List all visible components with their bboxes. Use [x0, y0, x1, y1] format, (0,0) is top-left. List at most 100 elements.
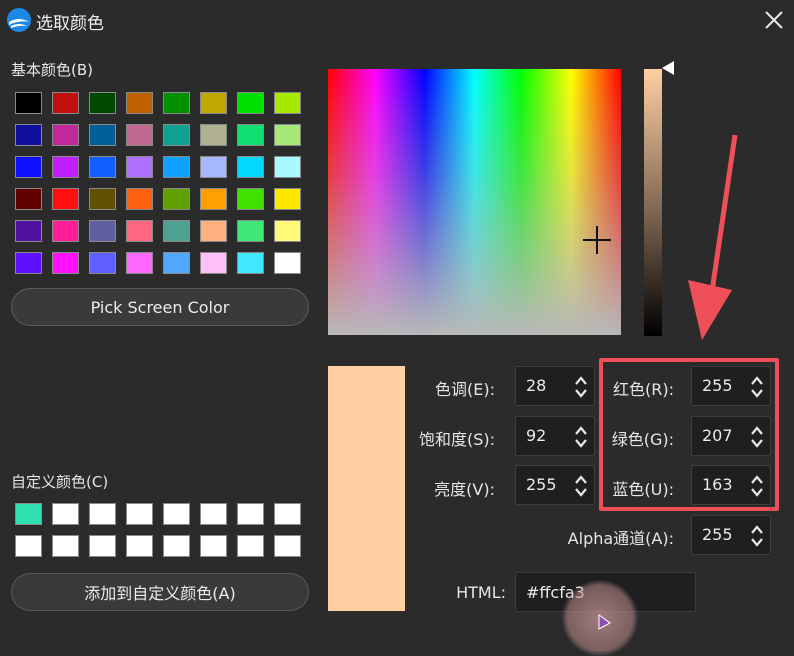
basic-color-swatch[interactable]: [274, 124, 301, 146]
custom-color-swatch[interactable]: [200, 535, 227, 557]
add-custom-color-button[interactable]: 添加到自定义颜色(A): [11, 573, 309, 611]
crosshair-icon: [583, 226, 611, 254]
basic-color-swatch[interactable]: [237, 188, 264, 210]
basic-color-swatch[interactable]: [15, 252, 42, 274]
basic-color-swatch[interactable]: [237, 252, 264, 274]
title-bar: 选取颜色: [0, 0, 794, 40]
basic-color-swatch[interactable]: [237, 124, 264, 146]
red-spinbox[interactable]: 255: [691, 366, 771, 406]
basic-color-swatch[interactable]: [52, 124, 79, 146]
basic-colors-label: 基本颜色(B): [11, 61, 93, 79]
alpha-label: Alpha通道(A):: [567, 529, 674, 548]
custom-color-swatch[interactable]: [52, 503, 79, 525]
basic-color-swatch[interactable]: [200, 188, 227, 210]
basic-color-swatch[interactable]: [274, 92, 301, 114]
spin-arrows-icon[interactable]: [750, 373, 764, 401]
spin-arrows-icon[interactable]: [750, 423, 764, 451]
basic-color-swatch[interactable]: [200, 156, 227, 178]
basic-color-swatch[interactable]: [163, 188, 190, 210]
basic-color-swatch[interactable]: [52, 92, 79, 114]
luminance-pointer-icon[interactable]: [662, 61, 674, 75]
basic-color-swatch[interactable]: [126, 92, 153, 114]
custom-color-swatch[interactable]: [237, 503, 264, 525]
basic-color-swatch[interactable]: [15, 124, 42, 146]
basic-color-swatch[interactable]: [52, 252, 79, 274]
custom-color-swatch[interactable]: [200, 503, 227, 525]
basic-color-swatch[interactable]: [52, 220, 79, 242]
basic-color-swatch[interactable]: [52, 156, 79, 178]
basic-color-swatch[interactable]: [89, 156, 116, 178]
basic-color-swatch[interactable]: [126, 252, 153, 274]
spin-arrows-icon[interactable]: [574, 472, 588, 500]
green-spinbox[interactable]: 207: [691, 416, 771, 456]
basic-color-swatch[interactable]: [15, 188, 42, 210]
custom-color-swatch[interactable]: [126, 503, 153, 525]
basic-color-swatch[interactable]: [89, 124, 116, 146]
luminance-slider[interactable]: [644, 69, 662, 336]
basic-color-swatch[interactable]: [15, 92, 42, 114]
custom-color-swatch[interactable]: [163, 503, 190, 525]
value-spinbox[interactable]: 255: [515, 465, 595, 505]
green-value: 207: [702, 426, 733, 445]
color-preview: [328, 366, 405, 611]
custom-color-swatch[interactable]: [89, 535, 116, 557]
green-label: 绿色(G):: [611, 430, 674, 449]
annotation-arrow-icon: [688, 134, 738, 340]
basic-color-swatch[interactable]: [163, 124, 190, 146]
basic-color-swatch[interactable]: [126, 156, 153, 178]
saturation-spinbox[interactable]: 92: [515, 416, 595, 456]
pick-screen-color-button[interactable]: Pick Screen Color: [11, 288, 309, 326]
custom-color-swatch[interactable]: [274, 535, 301, 557]
custom-color-swatch[interactable]: [52, 535, 79, 557]
html-label: HTML:: [456, 583, 506, 602]
basic-color-swatch[interactable]: [274, 252, 301, 274]
basic-color-swatch[interactable]: [163, 156, 190, 178]
basic-color-swatch[interactable]: [237, 92, 264, 114]
spin-arrows-icon[interactable]: [750, 522, 764, 550]
basic-color-swatch[interactable]: [274, 156, 301, 178]
basic-color-swatch[interactable]: [237, 156, 264, 178]
app-logo-icon: [7, 8, 31, 32]
basic-color-swatch[interactable]: [126, 124, 153, 146]
basic-color-swatch[interactable]: [89, 92, 116, 114]
basic-color-swatch[interactable]: [163, 92, 190, 114]
value-value: 255: [526, 475, 557, 494]
basic-color-swatch[interactable]: [89, 252, 116, 274]
custom-color-swatch[interactable]: [237, 535, 264, 557]
basic-color-swatch[interactable]: [52, 188, 79, 210]
basic-color-swatch[interactable]: [237, 220, 264, 242]
custom-color-swatch[interactable]: [15, 503, 42, 525]
hue-spinbox[interactable]: 28: [515, 366, 595, 406]
alpha-spinbox[interactable]: 255: [691, 515, 771, 555]
custom-color-swatch[interactable]: [89, 503, 116, 525]
basic-color-swatch[interactable]: [200, 220, 227, 242]
basic-color-swatch[interactable]: [200, 92, 227, 114]
custom-color-swatch[interactable]: [15, 535, 42, 557]
basic-color-swatch[interactable]: [163, 220, 190, 242]
red-value: 255: [702, 376, 733, 395]
color-spectrum[interactable]: [328, 69, 621, 335]
basic-color-swatch[interactable]: [200, 252, 227, 274]
custom-color-swatch[interactable]: [126, 535, 153, 557]
basic-color-swatch[interactable]: [89, 220, 116, 242]
basic-color-swatch[interactable]: [126, 220, 153, 242]
html-hex-input[interactable]: [515, 572, 696, 612]
basic-color-swatch[interactable]: [15, 220, 42, 242]
basic-color-swatch[interactable]: [274, 188, 301, 210]
spin-arrows-icon[interactable]: [574, 373, 588, 401]
basic-color-swatch[interactable]: [89, 188, 116, 210]
basic-color-swatch[interactable]: [200, 124, 227, 146]
basic-color-swatch[interactable]: [15, 156, 42, 178]
close-button[interactable]: [758, 4, 790, 36]
saturation-value: 92: [526, 426, 547, 445]
value-label: 亮度(V):: [434, 480, 495, 499]
blue-spinbox[interactable]: 163: [691, 465, 771, 505]
custom-color-swatch[interactable]: [163, 535, 190, 557]
spin-arrows-icon[interactable]: [574, 423, 588, 451]
custom-color-swatch[interactable]: [274, 503, 301, 525]
basic-color-swatch[interactable]: [163, 252, 190, 274]
basic-color-swatch[interactable]: [274, 220, 301, 242]
basic-color-swatch[interactable]: [126, 188, 153, 210]
hue-value: 28: [526, 376, 547, 395]
spin-arrows-icon[interactable]: [750, 472, 764, 500]
